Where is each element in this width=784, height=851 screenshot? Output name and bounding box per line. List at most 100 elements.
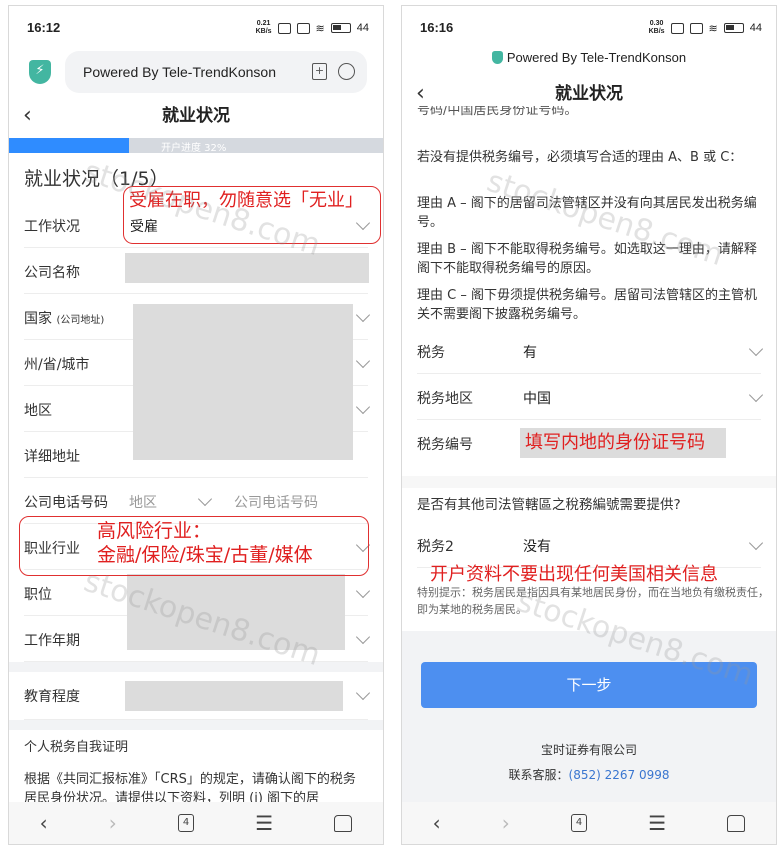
sim-icon [296, 22, 310, 34]
page-title: 就业状况 [162, 106, 230, 126]
chevron-down-icon[interactable] [748, 535, 764, 551]
browser-address-bar: ⚡ Powered By Tele-TrendKonson + [17, 48, 375, 96]
area-code-select[interactable]: 地区 [129, 492, 157, 512]
progress-fill [9, 138, 129, 153]
tax-region-row[interactable]: 税务地区 中国 [417, 374, 764, 420]
chevron-down-icon[interactable] [355, 399, 371, 415]
service-phone-link[interactable]: (852) 2267 0998 [569, 768, 670, 782]
tax-region-label: 税务地区 [417, 391, 473, 407]
reason-b: 理由 B – 阁下不能取得税务编号。如选取这一理由，请解释阁下不能取得税务编号的… [417, 242, 757, 276]
chevron-down-icon[interactable] [197, 491, 213, 507]
shield-icon [491, 51, 503, 64]
education-redaction [125, 681, 343, 711]
nav-back-icon[interactable]: ‹ [40, 811, 48, 835]
company-name: 宝时证券有限公司 [540, 743, 637, 757]
tax-value: 有 [523, 345, 537, 361]
page-header: ‹ 就业状况 [9, 96, 383, 136]
chevron-down-icon[interactable] [355, 629, 371, 645]
browser-nav-bar: ‹ › 4 ☰ [402, 802, 776, 844]
progress-bar: 开户进度 32% [9, 138, 383, 154]
status-icons: 0.21 KB/s ≋ 44 [256, 20, 369, 36]
battery-icon [723, 23, 744, 33]
wifi-icon: ≋ [708, 22, 718, 35]
home-icon[interactable] [727, 814, 746, 832]
section-divider [9, 662, 383, 672]
nav-forward-icon[interactable]: › [502, 811, 510, 835]
nav-forward-icon[interactable]: › [109, 811, 117, 835]
section-divider [9, 720, 383, 730]
chevron-down-icon[interactable] [355, 685, 371, 701]
right-phone-screen: 16:16 0.30 KB/s ≋ 44 Powered By Tele-Tren… [401, 5, 777, 845]
district-label: 地区 [24, 403, 52, 419]
shield-icon[interactable]: ⚡ [29, 60, 51, 84]
chevron-down-icon[interactable] [748, 341, 764, 357]
tabs-count-icon[interactable]: 4 [178, 814, 194, 832]
tax-label: 税务 [417, 345, 445, 361]
special-tip: 特别提示：税务居民是指因具有某地居民身份，而在当地负有缴税责任，即为某地的税务居… [417, 586, 769, 616]
url-text: Powered By Tele-TrendKonson [506, 50, 687, 65]
mute-icon [277, 22, 291, 34]
tax-number-row[interactable]: 税务编号 填写内地的身份证号码 [417, 420, 761, 466]
network-speed: 0.21 KB/s [255, 20, 272, 35]
next-button[interactable]: 下一步 [421, 662, 757, 708]
years-label: 工作年期 [24, 633, 80, 649]
address-redaction [133, 304, 353, 460]
position-redaction [127, 574, 345, 650]
tax2-label: 税务2 [417, 539, 454, 555]
education-row[interactable]: 教育程度 [24, 672, 371, 720]
progress-label: 开户进度 32% [161, 143, 227, 154]
battery-level: 44 [749, 22, 762, 34]
refresh-icon[interactable] [338, 63, 355, 80]
company-name-label: 公司名称 [24, 265, 80, 281]
back-arrow-icon[interactable]: ‹ [23, 96, 32, 136]
battery-icon [330, 23, 351, 33]
tax2-value: 没有 [523, 539, 551, 555]
work-status-annotation: 受雇在职，勿随意选「无业」 [129, 190, 363, 211]
url-field[interactable]: Powered By Tele-TrendKonson + [65, 51, 367, 93]
browser-nav-bar: ‹ › 4 ☰ [9, 802, 383, 844]
us-info-annotation: 开户资料不要出现任何美国相关信息 [430, 564, 718, 585]
tax-row[interactable]: 税务 有 [417, 328, 764, 374]
menu-icon[interactable]: ☰ [648, 811, 666, 835]
tax2-row[interactable]: 税务2 没有 [417, 522, 764, 568]
address-label: 详细地址 [24, 449, 80, 465]
chevron-down-icon[interactable] [748, 387, 764, 403]
industry-annotation-line2: 金融/保险/珠宝/古董/媒体 [97, 544, 313, 566]
nav-back-icon[interactable]: ‹ [433, 811, 441, 835]
tax-number-label: 税务编号 [417, 437, 473, 453]
section-divider [402, 476, 776, 488]
browser-address-bar[interactable]: Powered By Tele-TrendKonson [402, 50, 776, 74]
tax-region-value: 中国 [523, 391, 551, 407]
company-name-row: 公司名称 [24, 248, 369, 294]
status-time: 16:16 [420, 20, 454, 35]
left-phone-screen: 16:12 0.21 KB/s ≋ 44 ⚡ Powered By Tele-Tr… [8, 5, 384, 845]
status-time: 16:12 [27, 20, 61, 35]
status-bar: 16:16 0.30 KB/s ≋ 44 [402, 6, 776, 46]
chevron-down-icon[interactable] [355, 583, 371, 599]
page-title: 就业状况 [555, 84, 623, 104]
country-label: 国家 (公司地址) [24, 311, 105, 327]
wifi-icon: ≋ [315, 22, 325, 35]
menu-icon[interactable]: ☰ [255, 811, 273, 835]
company-name-input[interactable] [125, 253, 369, 283]
company-phone-input[interactable]: 公司电话号码 [234, 492, 318, 512]
battery-level: 44 [356, 22, 369, 34]
status-icons: 0.30 KB/s ≋ 44 [649, 20, 762, 36]
company-phone-label: 公司电话号码 [24, 495, 108, 511]
bookmark-add-icon[interactable]: + [312, 63, 327, 80]
status-bar: 16:12 0.21 KB/s ≋ 44 [9, 6, 383, 46]
tax-number-annotation: 填写内地的身份证号码 [525, 432, 705, 453]
chevron-down-icon[interactable] [355, 353, 371, 369]
other-jurisdiction-question: 是否有其他司法管轄區之稅務編號需要提供? [417, 497, 681, 513]
service-label: 联系客服： [508, 768, 569, 782]
chevron-down-icon[interactable] [355, 307, 371, 323]
education-label: 教育程度 [24, 689, 80, 705]
state-label: 州/省/城市 [24, 357, 90, 373]
customer-service: 联系客服：(852) 2267 0998 [402, 766, 776, 783]
industry-annotation-line1: 高风险行业： [97, 520, 212, 542]
tabs-count-icon[interactable]: 4 [571, 814, 587, 832]
position-label: 职位 [24, 587, 52, 603]
reason-intro: 若没有提供税务编号，必须填写合适的理由 A、B 或 C： [417, 150, 743, 165]
home-icon[interactable] [334, 814, 353, 832]
reason-c: 理由 C – 阁下毋须提供税务编号。居留司法管辖区的主管机关不需要阁下披露税务编… [417, 288, 757, 322]
